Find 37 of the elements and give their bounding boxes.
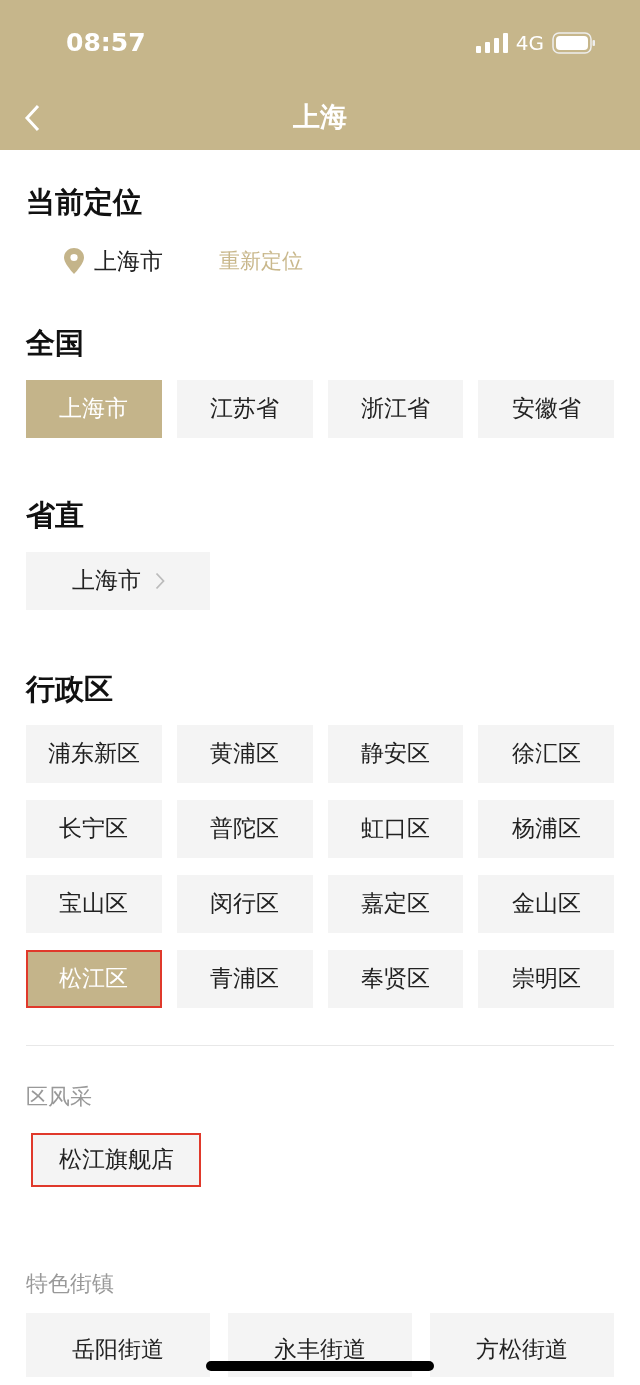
- option-chip[interactable]: 方松街道: [430, 1312, 614, 1377]
- option-chip[interactable]: 普陀区: [176, 799, 313, 858]
- option-chip[interactable]: 青浦区: [176, 949, 313, 1008]
- section-heading: 行政区: [26, 674, 114, 704]
- section-heading: 全国: [26, 328, 85, 358]
- option-chip[interactable]: 上海市: [26, 551, 210, 610]
- option-chip[interactable]: 岳阳街道: [26, 1312, 210, 1377]
- option-chip[interactable]: 金山区: [478, 874, 614, 933]
- current-city: 上海市: [94, 247, 163, 276]
- option-chip[interactable]: 虹口区: [327, 799, 464, 858]
- option-chip[interactable]: 宝山区: [26, 874, 162, 933]
- option-chip[interactable]: 嘉定区: [327, 874, 464, 933]
- option-chip[interactable]: 静安区: [327, 724, 464, 783]
- signal-icon: [475, 32, 508, 53]
- option-chip[interactable]: 奉贤区: [327, 949, 464, 1008]
- section-heading: 省直: [26, 500, 85, 530]
- option-chip[interactable]: 闵行区: [176, 874, 313, 933]
- option-chip[interactable]: 浦东新区: [26, 724, 162, 783]
- option-chip[interactable]: 浙江省: [327, 379, 464, 438]
- option-chip[interactable]: 长宁区: [26, 799, 162, 858]
- option-chip[interactable]: 松江旗舰店: [31, 1132, 201, 1187]
- section-label: 区风采: [26, 1085, 93, 1108]
- chevron-right-icon: [154, 571, 165, 590]
- location-pin-icon: [64, 248, 84, 275]
- battery-icon: [552, 31, 596, 54]
- option-chip[interactable]: 杨浦区: [478, 799, 614, 858]
- option-chip[interactable]: 徐汇区: [478, 724, 614, 783]
- option-chip[interactable]: 安徽省: [478, 379, 614, 438]
- status-time: 08:57: [66, 26, 146, 59]
- section-heading: 当前定位: [26, 188, 143, 217]
- option-chip[interactable]: 江苏省: [176, 379, 313, 438]
- section-label: 特色街镇: [26, 1272, 115, 1295]
- page-title: 上海: [293, 100, 347, 135]
- back-icon[interactable]: [24, 103, 40, 132]
- network-label: 4G: [515, 29, 544, 57]
- option-chip[interactable]: 黄浦区: [176, 724, 313, 783]
- option-chip[interactable]: 崇明区: [478, 949, 614, 1008]
